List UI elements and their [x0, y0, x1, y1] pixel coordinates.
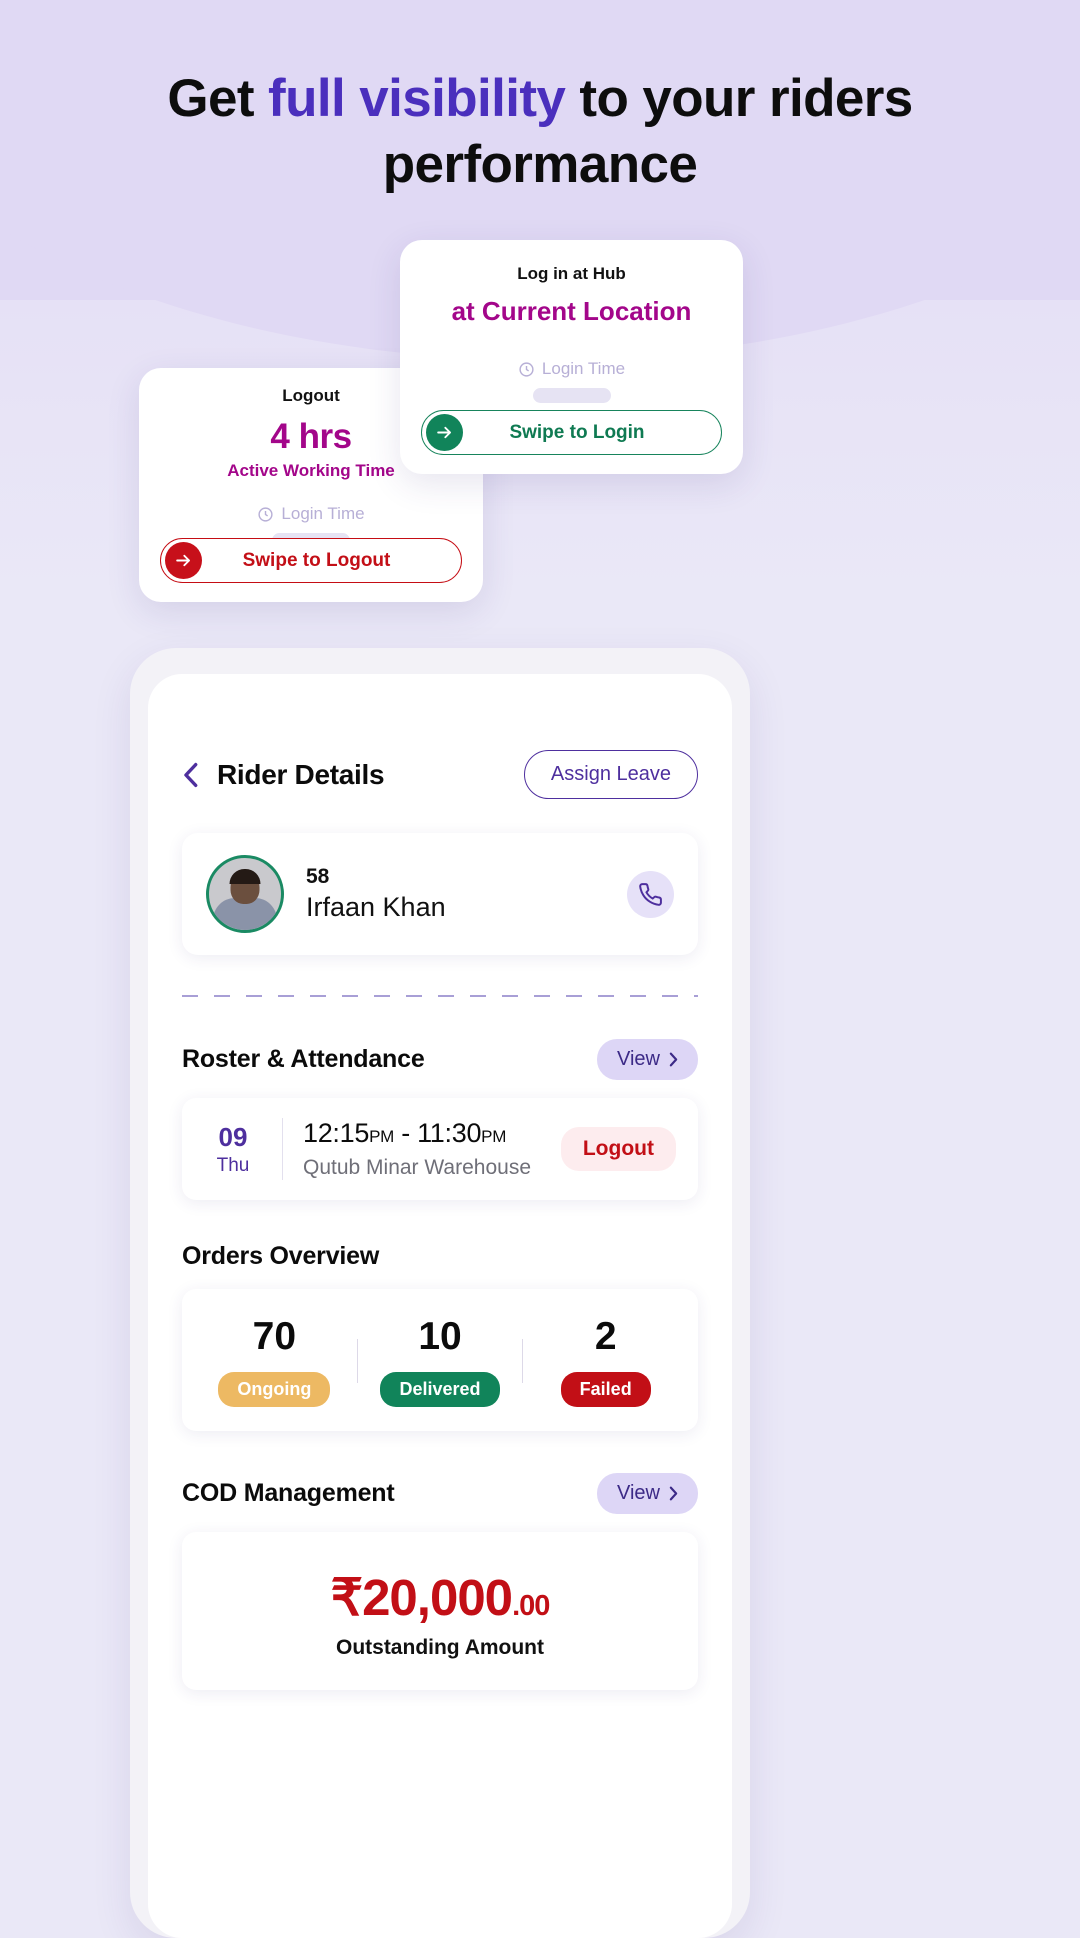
orders-overview-card: 70 Ongoing 10 Delivered 2 Failed — [182, 1289, 698, 1431]
shift-location: Qutub Minar Warehouse — [303, 1156, 531, 1179]
call-rider-button[interactable] — [627, 870, 674, 918]
cod-view-label: View — [617, 1482, 660, 1504]
order-count-ongoing: 70 — [252, 1315, 297, 1358]
swipe-to-logout-label: Swipe to Logout — [242, 549, 391, 571]
chevron-right-icon — [669, 1486, 678, 1501]
chevron-right-icon — [669, 1052, 678, 1067]
swipe-to-logout-button[interactable]: Swipe to Logout — [160, 538, 462, 583]
rider-name: Irfaan Khan — [306, 892, 446, 922]
avatar-hair — [229, 869, 261, 884]
cod-amount-paise: .00 — [512, 1590, 550, 1622]
shift-date: 09 Thu — [204, 1122, 262, 1177]
order-stat-ongoing: 70 Ongoing — [192, 1315, 357, 1407]
shift-day: 09 — [218, 1121, 248, 1152]
roster-view-label: View — [617, 1048, 660, 1070]
page-title: Rider Details — [217, 758, 385, 790]
logout-login-time-label: Login Time — [281, 504, 365, 523]
login-card: Log in at Hub at Current Location Login … — [400, 240, 743, 474]
section-divider — [182, 995, 698, 997]
shift-info: 12:15PM - 11:30PM Qutub Minar Warehouse — [303, 1118, 561, 1180]
shift-start-ampm: PM — [369, 1127, 394, 1146]
shift-end-time: 11:30 — [417, 1118, 482, 1148]
cod-view-button[interactable]: View — [597, 1473, 698, 1514]
swipe-to-login-label: Swipe to Login — [509, 421, 645, 443]
login-login-time-label: Login Time — [541, 359, 626, 378]
cod-card: ₹20,000.00 Outstanding Amount — [182, 1532, 698, 1690]
clock-icon — [258, 506, 273, 522]
status-badge: Logout — [560, 1127, 676, 1171]
logout-login-time-row: Login Time — [139, 504, 483, 524]
phone-mockup: Rider Details Assign Leave 58 Irfaan Kha… — [130, 648, 750, 1938]
headline-pre: Get — [167, 69, 269, 128]
roster-title: Roster & Attendance — [182, 1045, 425, 1073]
avatar — [206, 855, 284, 933]
shift-row[interactable]: 09 Thu 12:15PM - 11:30PM Qutub Minar War… — [182, 1098, 698, 1200]
roster-view-button[interactable]: View — [597, 1039, 698, 1080]
order-badge-delivered: Delivered — [380, 1372, 500, 1407]
order-count-failed: 2 — [594, 1315, 617, 1358]
login-card-title: Log in at Hub — [517, 264, 626, 283]
order-stat-delivered: 10 Delivered — [358, 1315, 523, 1407]
swipe-to-login-button[interactable]: Swipe to Login — [421, 410, 722, 455]
headline-highlight: full visibility — [268, 69, 566, 128]
order-badge-failed: Failed — [560, 1372, 651, 1407]
login-login-time-row: Login Time — [400, 359, 743, 379]
app-header: Rider Details Assign Leave — [148, 674, 732, 799]
cod-title: COD Management — [182, 1479, 395, 1507]
shift-divider — [282, 1118, 283, 1180]
shift-time-dash: - — [401, 1118, 410, 1148]
assign-leave-button[interactable]: Assign Leave — [523, 750, 698, 799]
clock-icon — [519, 361, 534, 377]
cod-amount-label: Outstanding Amount — [335, 1636, 545, 1659]
cod-amount: ₹20,000.00 — [204, 1568, 676, 1628]
orders-title: Orders Overview — [182, 1242, 380, 1270]
shift-time-range: 12:15PM - 11:30PM — [303, 1118, 561, 1149]
cod-section-header: COD Management View — [182, 1473, 698, 1514]
page-headline: Get full visibility to your riders perfo… — [60, 66, 1020, 199]
shift-start-time: 12:15 — [303, 1118, 370, 1148]
orders-section-header: Orders Overview — [182, 1242, 698, 1271]
rider-id: 58 — [306, 865, 330, 888]
shift-end-ampm: PM — [481, 1127, 507, 1146]
login-time-placeholder — [532, 388, 611, 403]
order-badge-ongoing: Ongoing — [218, 1372, 331, 1407]
phone-screen: Rider Details Assign Leave 58 Irfaan Kha… — [148, 674, 732, 1938]
phone-icon — [639, 882, 662, 906]
rider-profile-card[interactable]: 58 Irfaan Khan — [182, 833, 698, 955]
rider-meta: 58 Irfaan Khan — [306, 865, 446, 923]
cod-amount-value: 20,000 — [362, 1569, 513, 1626]
shift-weekday: Thu — [216, 1154, 250, 1176]
cod-currency-symbol: ₹ — [330, 1569, 363, 1626]
chevron-left-icon[interactable] — [182, 762, 199, 788]
order-stat-failed: 2 Failed — [523, 1315, 688, 1407]
roster-section-header: Roster & Attendance View — [182, 1039, 698, 1080]
order-count-delivered: 10 — [418, 1315, 462, 1358]
login-card-subtitle: at Current Location — [451, 296, 692, 326]
